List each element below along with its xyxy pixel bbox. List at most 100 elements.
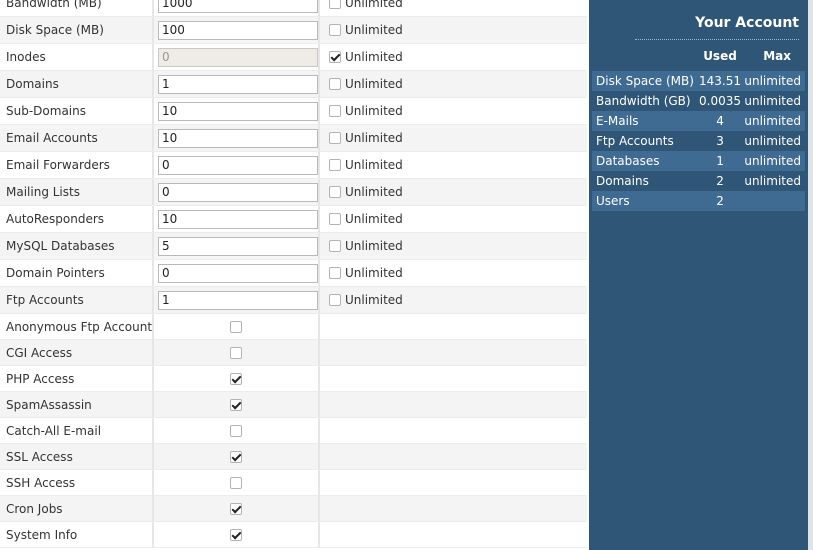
- limit-value-cell: [152, 206, 320, 232]
- mysql-databases-input[interactable]: [158, 236, 318, 256]
- limit-label-cell: Ftp Accounts: [0, 287, 152, 313]
- autoresponders-unlimited-checkbox[interactable]: [329, 213, 341, 225]
- bandwidth-mb-unlimited-checkbox[interactable]: [329, 0, 341, 9]
- limit-label: Ftp Accounts: [6, 293, 84, 307]
- spamassassin-checkbox[interactable]: [230, 398, 242, 411]
- domain-pointers-input[interactable]: [158, 263, 318, 283]
- inodes-input: [158, 47, 318, 67]
- limit-label: AutoResponders: [6, 212, 105, 226]
- unlimited-cell: Unlimited: [320, 98, 587, 124]
- mailing-lists-unlimited-checkbox[interactable]: [329, 186, 341, 198]
- autoresponders-input[interactable]: [158, 209, 318, 229]
- mailing-lists-input[interactable]: [158, 182, 318, 202]
- limit-label-cell: AutoResponders: [0, 206, 152, 232]
- unlimited-label: Unlimited: [345, 23, 403, 37]
- feature-label: System Info: [6, 527, 78, 542]
- account-title: Your Account: [695, 15, 799, 31]
- sub-domains-unlimited-checkbox[interactable]: [329, 105, 341, 117]
- limit-value-cell: [152, 125, 320, 151]
- unlimited-cell: Unlimited: [320, 125, 587, 151]
- cron-jobs-checkbox[interactable]: [230, 502, 242, 515]
- email-accounts-unlimited-checkbox[interactable]: [329, 132, 341, 144]
- unlimited-cell: Unlimited: [320, 287, 587, 313]
- feature-label-cell: System Info: [0, 522, 152, 547]
- ssl-access-checkbox[interactable]: [230, 450, 242, 463]
- limit-row-email-forwarders: Email Forwarders Unlimited: [0, 152, 587, 179]
- catch-all-e-mail-checkbox[interactable]: [230, 424, 242, 437]
- limit-row-mysql-databases: MySQL Databases Unlimited: [0, 233, 587, 260]
- feature-row-cgi-access: CGI Access: [0, 340, 587, 366]
- email-accounts-input[interactable]: [158, 128, 318, 148]
- limit-label-cell: Domains: [0, 71, 152, 97]
- feature-label: SSH Access: [6, 475, 76, 490]
- disk-space-mb-unlimited-checkbox[interactable]: [329, 24, 341, 36]
- limit-row-ftp-accounts: Ftp Accounts Unlimited: [0, 287, 587, 314]
- disk-space-mb-input[interactable]: [158, 20, 318, 40]
- php-access-checkbox[interactable]: [230, 372, 242, 385]
- email-forwarders-unlimited-checkbox[interactable]: [329, 159, 341, 171]
- feature-empty-cell: [320, 340, 587, 365]
- limit-value-cell: [152, 17, 320, 43]
- limit-label-cell: Domain Pointers: [0, 260, 152, 286]
- ftp-accounts-unlimited-checkbox[interactable]: [329, 294, 341, 306]
- account-row-databases: Databases 1 unlimited: [592, 151, 805, 171]
- limit-label-cell: Bandwidth (MB): [0, 0, 152, 16]
- limit-label-cell: MySQL Databases: [0, 233, 152, 259]
- feature-label-cell: PHP Access: [0, 366, 152, 391]
- mysql-databases-unlimited-checkbox[interactable]: [329, 240, 341, 252]
- used-header: Used: [703, 49, 737, 63]
- limit-value-cell: [152, 0, 320, 16]
- account-row-domains: Domains 2 unlimited: [592, 171, 805, 191]
- limit-value-cell: [152, 260, 320, 286]
- feature-label-cell: Cron Jobs: [0, 496, 152, 521]
- account-row-used: 0.0035: [699, 94, 741, 108]
- account-row-max: unlimited: [741, 71, 805, 91]
- feature-row-ssl-access: SSL Access: [0, 444, 587, 470]
- limit-label-cell: Inodes: [0, 44, 152, 70]
- feature-row-ssh-access: SSH Access: [0, 470, 587, 496]
- limit-value-cell: [152, 233, 320, 259]
- limit-row-disk-space-mb: Disk Space (MB) Unlimited: [0, 17, 587, 44]
- cgi-access-checkbox[interactable]: [230, 346, 242, 359]
- inodes-unlimited-checkbox[interactable]: [329, 51, 341, 63]
- account-row-used: 2: [716, 174, 724, 188]
- unlimited-label: Unlimited: [345, 158, 403, 172]
- unlimited-cell: Unlimited: [320, 179, 587, 205]
- feature-row-php-access: PHP Access: [0, 366, 587, 392]
- limit-label: Disk Space (MB): [6, 23, 104, 37]
- feature-label-cell: Anonymous Ftp Accounts: [0, 314, 158, 339]
- account-row-label: Databases: [592, 151, 699, 171]
- anonymous-ftp-accounts-checkbox[interactable]: [230, 320, 242, 333]
- unlimited-cell: Unlimited: [320, 260, 587, 286]
- limit-value-cell: [152, 152, 320, 178]
- limit-value-cell: [152, 71, 320, 97]
- limit-row-autoresponders: AutoResponders Unlimited: [0, 206, 587, 233]
- bandwidth-mb-input[interactable]: [158, 0, 318, 13]
- limit-label: Bandwidth (MB): [6, 0, 102, 10]
- feature-toggle-cell: [152, 314, 320, 339]
- unlimited-cell: Unlimited: [320, 0, 587, 16]
- unlimited-cell: Unlimited: [320, 44, 587, 70]
- email-forwarders-input[interactable]: [158, 155, 318, 175]
- account-row-label: Bandwidth (GB): [596, 94, 691, 108]
- unlimited-label: Unlimited: [345, 185, 403, 199]
- sub-domains-input[interactable]: [158, 101, 318, 121]
- domains-unlimited-checkbox[interactable]: [329, 78, 341, 90]
- system-info-checkbox[interactable]: [230, 528, 242, 541]
- window-edge: [808, 0, 813, 550]
- limit-row-bandwidth-mb: Bandwidth (MB) Unlimited: [0, 0, 587, 17]
- domain-pointers-unlimited-checkbox[interactable]: [329, 267, 341, 279]
- feature-label: SpamAssassin: [6, 397, 92, 412]
- feature-label: Anonymous Ftp Accounts: [6, 319, 159, 334]
- limit-label: Domains: [6, 77, 59, 91]
- limit-label: Email Accounts: [6, 131, 98, 145]
- feature-empty-cell: [320, 392, 587, 417]
- account-row-used: 4: [698, 111, 742, 131]
- ssh-access-checkbox[interactable]: [230, 476, 242, 489]
- domains-input[interactable]: [158, 74, 318, 94]
- limit-label: Domain Pointers: [6, 266, 105, 280]
- account-header-row: Used Max: [592, 45, 805, 67]
- ftp-accounts-input[interactable]: [158, 290, 318, 310]
- unlimited-label: Unlimited: [345, 239, 403, 253]
- unlimited-label: Unlimited: [345, 293, 403, 307]
